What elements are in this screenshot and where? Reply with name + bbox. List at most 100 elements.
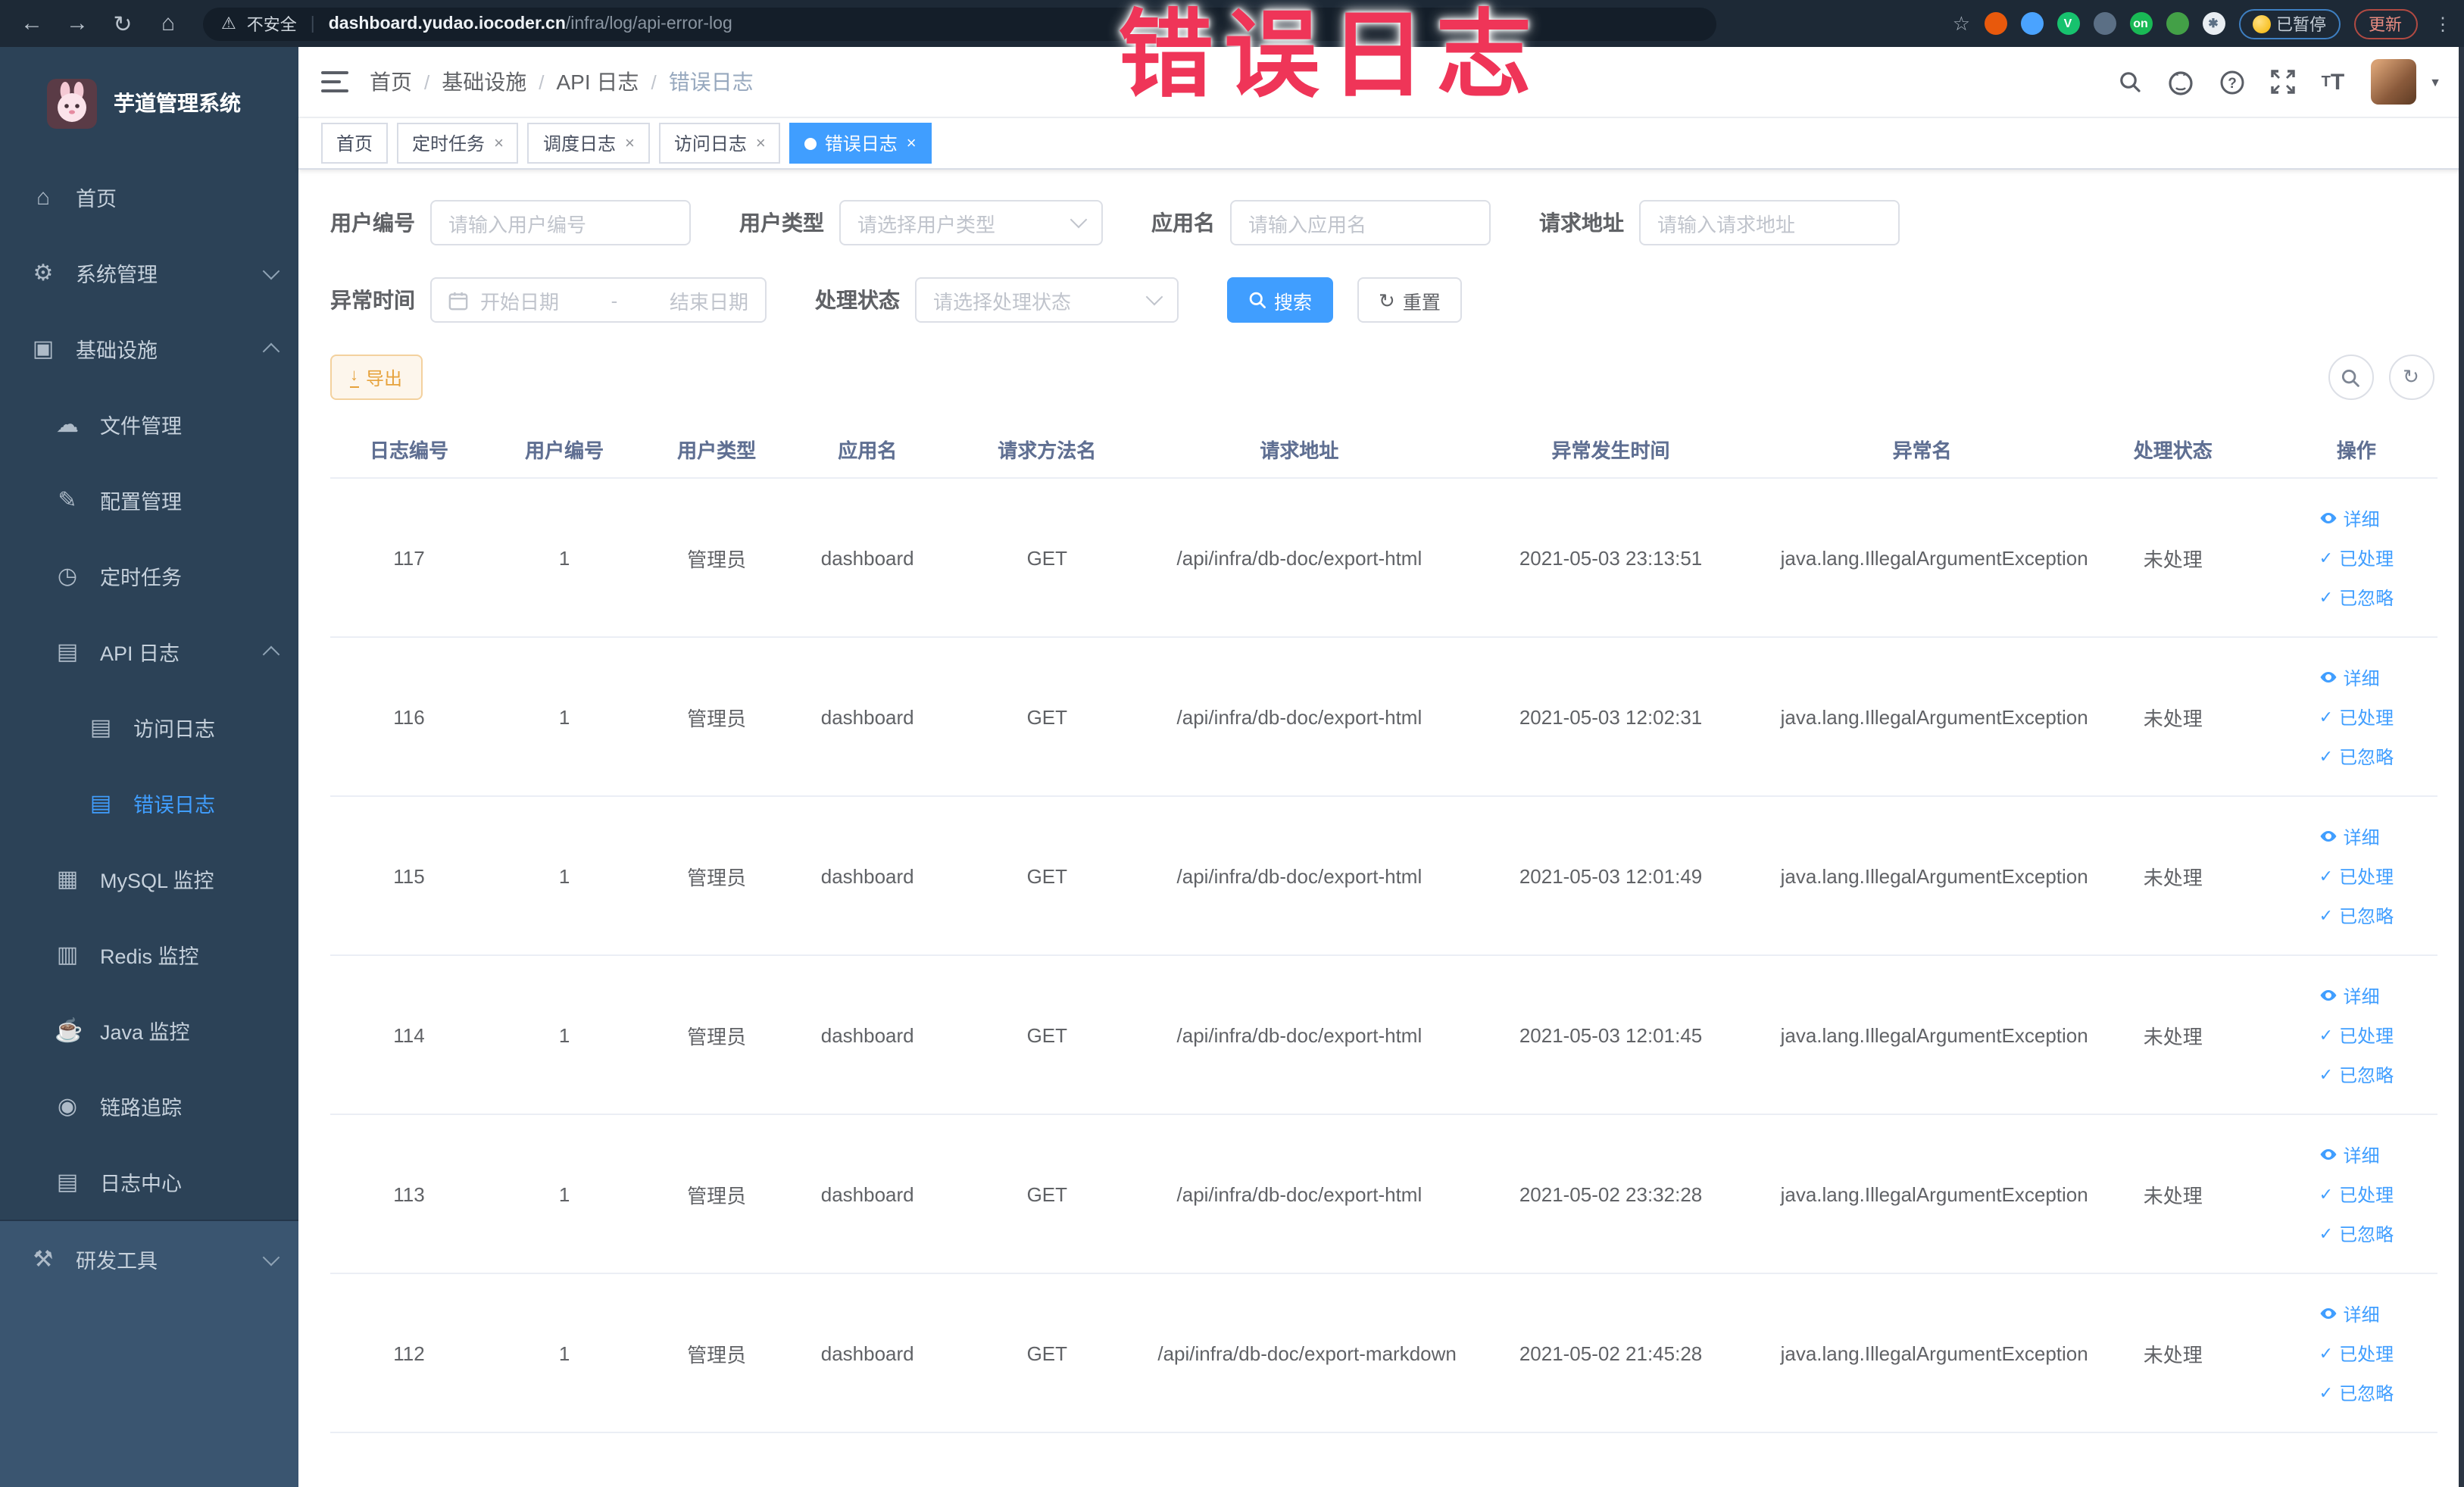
sidebar-item-基础设施[interactable]: ▣ 基础设施 (0, 311, 298, 386)
tab-close-icon[interactable]: × (756, 134, 766, 152)
sidebar-item-研发工具[interactable]: ⚒研发工具 (0, 1221, 298, 1297)
user-avatar[interactable] (2370, 59, 2416, 105)
tab-调度日志[interactable]: 调度日志× (528, 123, 650, 164)
tab-定时任务[interactable]: 定时任务× (397, 123, 519, 164)
infrastructure-icon: ▣ (30, 335, 56, 362)
github-icon[interactable] (2169, 69, 2194, 95)
sidebar-item-系统管理[interactable]: ⚙ 系统管理 (0, 235, 298, 311)
sidebar-item-label: 链路追踪 (100, 1091, 182, 1121)
ext-puzzle-icon[interactable]: ✱ (2202, 12, 2225, 35)
ext-leaf-icon[interactable] (2166, 12, 2188, 35)
app-name-input[interactable]: 请输入应用名 (1230, 200, 1491, 245)
ext-grid-icon[interactable] (2093, 12, 2116, 35)
eye-icon (2319, 1145, 2338, 1164)
detail-link[interactable]: 详细 (2319, 1142, 2380, 1167)
process-status-select[interactable]: 请选择处理状态 (915, 277, 1179, 323)
processed-link[interactable]: ✓已处理 (2319, 1340, 2394, 1366)
detail-link[interactable]: 详细 (2319, 1301, 2380, 1326)
redis-monitor-icon: ▥ (55, 941, 80, 968)
ignored-link[interactable]: ✓已忽略 (2319, 743, 2394, 769)
tab-close-icon[interactable]: × (625, 134, 635, 152)
date-range-input[interactable]: 开始日期 - 结束日期 (430, 277, 767, 323)
address-bar[interactable]: ⚠ 不安全 | dashboard.yudao.iocoder.cn/infra… (203, 7, 1716, 40)
cell-status: 未处理 (2070, 1114, 2276, 1273)
sidebar-toggle-icon[interactable] (321, 71, 348, 92)
sidebar-item-文件管理[interactable]: ☁文件管理 (0, 386, 298, 462)
user-menu-caret-icon[interactable]: ▼ (2429, 75, 2441, 89)
sidebar-item-错误日志[interactable]: ▤错误日志 (0, 765, 298, 841)
export-button[interactable]: ↓ 导出 (330, 355, 422, 400)
sidebar-item-api-日志[interactable]: ▤API 日志 (0, 614, 298, 689)
paused-badge[interactable]: 已暂停 (2238, 8, 2340, 39)
sidebar-item-定时任务[interactable]: ◷定时任务 (0, 538, 298, 614)
reset-button[interactable]: ↻ 重置 (1357, 277, 1462, 323)
chrome-update-button[interactable]: 更新 (2353, 8, 2417, 39)
browser-back-icon[interactable]: ← (12, 4, 52, 43)
column-header-请求地址: 请求地址 (1151, 420, 1447, 478)
help-icon[interactable]: ? (2220, 69, 2246, 95)
table-toolbar: ↓ 导出 ↻ (330, 355, 2437, 400)
processed-link[interactable]: ✓已处理 (2319, 1022, 2394, 1048)
tab-访问日志[interactable]: 访问日志× (659, 123, 781, 164)
request-url-input[interactable]: 请输入请求地址 (1639, 200, 1900, 245)
sidebar-item-首页[interactable]: ⌂首页 (0, 159, 298, 235)
detail-link[interactable]: 详细 (2319, 982, 2380, 1008)
ext-v-icon[interactable]: V (2056, 12, 2079, 35)
search-button[interactable]: 搜索 (1227, 277, 1333, 323)
toggle-search-button[interactable] (2328, 355, 2373, 400)
tab-错误日志[interactable]: 错误日志× (790, 123, 932, 164)
breadcrumb-item[interactable]: 首页 (370, 67, 412, 97)
tab-首页[interactable]: 首页 (321, 123, 388, 164)
sidebar-item-mysql-监控[interactable]: ▦MySQL 监控 (0, 841, 298, 917)
search-icon[interactable] (2119, 70, 2143, 94)
sidebar-item-链路追踪[interactable]: ◉链路追踪 (0, 1068, 298, 1144)
fullscreen-icon[interactable] (2272, 70, 2296, 94)
browser-toolbar: ← → ↻ ⌂ ⚠ 不安全 | dashboard.yudao.iocoder.… (0, 0, 2464, 47)
cell-exception: java.lang.IllegalArgumentException (1775, 478, 2070, 637)
browser-home-icon[interactable]: ⌂ (148, 4, 188, 43)
breadcrumb-item[interactable]: API 日志 (557, 67, 639, 97)
processed-link[interactable]: ✓已处理 (2319, 545, 2394, 570)
gear-icon: ⚙ (30, 259, 56, 286)
processed-link[interactable]: ✓已处理 (2319, 704, 2394, 729)
ignored-link[interactable]: ✓已忽略 (2319, 1379, 2394, 1405)
sidebar-item-配置管理[interactable]: ✎配置管理 (0, 462, 298, 538)
table-row: 1161管理员dashboardGET/api/infra/db-doc/exp… (330, 637, 2437, 796)
bookmark-star-icon[interactable]: ☆ (1953, 11, 1970, 36)
font-size-icon[interactable]: TT (2322, 69, 2345, 95)
ext-target-icon[interactable] (1984, 12, 2006, 35)
processed-link[interactable]: ✓已处理 (2319, 1181, 2394, 1207)
sidebar-item-label: MySQL 监控 (100, 864, 214, 894)
tab-close-icon[interactable]: × (907, 134, 917, 152)
sidebar-item-访问日志[interactable]: ▤访问日志 (0, 689, 298, 765)
user-type-select[interactable]: 请选择用户类型 (839, 200, 1103, 245)
ignored-link[interactable]: ✓已忽略 (2319, 584, 2394, 610)
user-id-input[interactable]: 请输入用户编号 (430, 200, 691, 245)
sidebar-item-redis-监控[interactable]: ▥Redis 监控 (0, 917, 298, 992)
tab-close-icon[interactable]: × (494, 134, 504, 152)
browser-reload-icon[interactable]: ↻ (103, 4, 142, 43)
cell-method: GET (942, 637, 1151, 796)
sidebar-item-日志中心[interactable]: ▤日志中心 (0, 1144, 298, 1220)
refresh-table-button[interactable]: ↻ (2388, 355, 2434, 400)
sidebar-item-java-监控[interactable]: ☕Java 监控 (0, 992, 298, 1068)
cell-actions: 详细 ✓已处理 ✓已忽略 (2276, 637, 2437, 796)
breadcrumb-item[interactable]: 基础设施 (442, 67, 526, 97)
processed-link[interactable]: ✓已处理 (2319, 863, 2394, 889)
cell-time: 2021-05-03 12:02:31 (1447, 637, 1774, 796)
table-header-row: 日志编号用户编号用户类型应用名请求方法名请求地址异常发生时间异常名处理状态操作 (330, 420, 2437, 478)
detail-link[interactable]: 详细 (2319, 664, 2380, 690)
chevron-up-icon (263, 343, 280, 361)
detail-link[interactable]: 详细 (2319, 505, 2380, 531)
browser-forward-icon[interactable]: → (58, 4, 97, 43)
browser-menu-icon[interactable]: ⋮ (2434, 13, 2452, 34)
ignored-link[interactable]: ✓已忽略 (2319, 902, 2394, 928)
sidebar-item-label: 系统管理 (76, 258, 158, 288)
sidebar-logo-row[interactable]: 芋道管理系统 (0, 47, 298, 159)
ext-switch-on-icon[interactable]: on (2129, 12, 2152, 35)
ext-shield-icon[interactable] (2020, 12, 2043, 35)
ignored-link[interactable]: ✓已忽略 (2319, 1220, 2394, 1246)
sidebar-item-label: 基础设施 (76, 333, 158, 364)
ignored-link[interactable]: ✓已忽略 (2319, 1061, 2394, 1087)
detail-link[interactable]: 详细 (2319, 823, 2380, 849)
